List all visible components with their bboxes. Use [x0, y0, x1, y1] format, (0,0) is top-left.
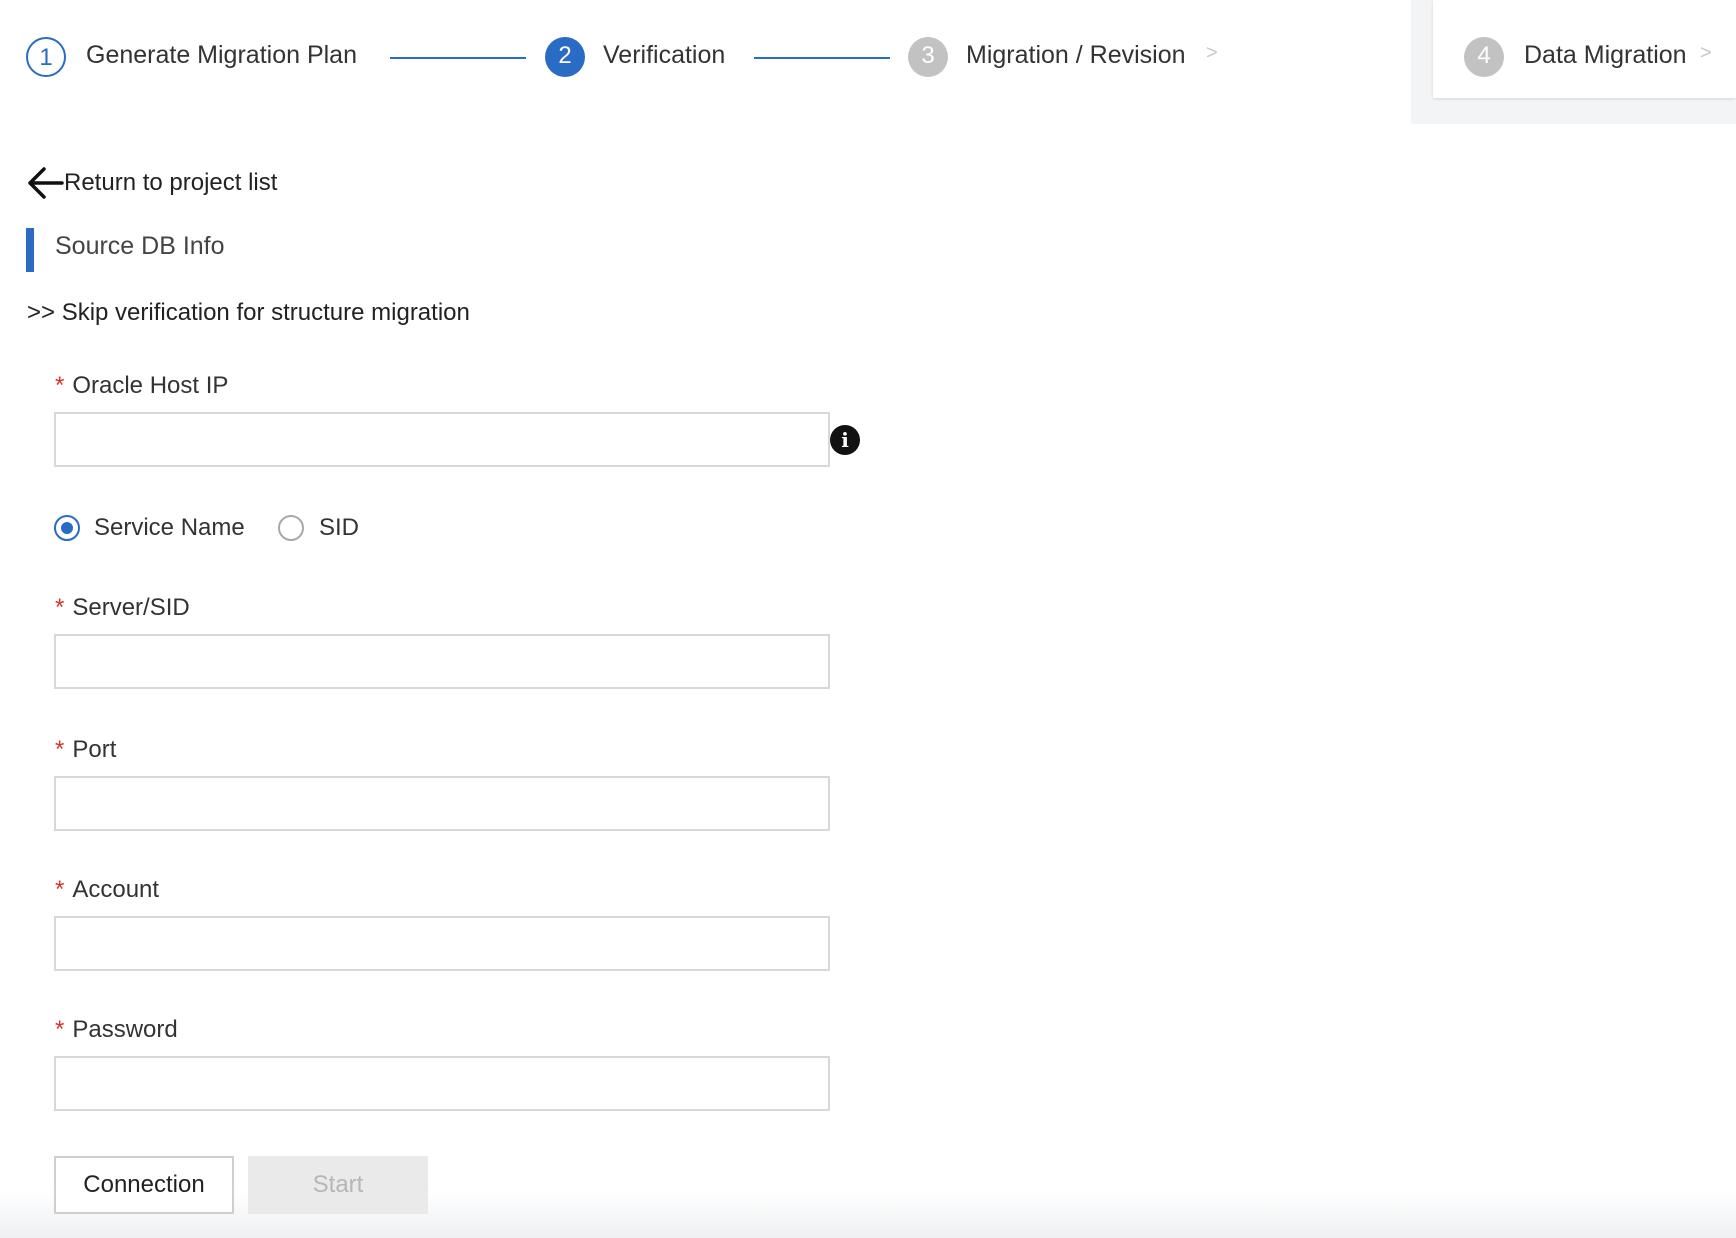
oracle-host-ip-label: * Oracle Host IP	[55, 372, 229, 399]
step-4-caret-icon: >	[1700, 42, 1712, 64]
section-accent-bar	[26, 228, 34, 272]
step-4-circle: 4	[1464, 37, 1504, 77]
step-1-circle: 1	[26, 37, 66, 77]
step-4-label: Data Migration	[1524, 41, 1687, 69]
skip-verification-link[interactable]: >> Skip verification for structure migra…	[27, 299, 470, 327]
step-connector-2-3	[754, 57, 890, 59]
connection-button[interactable]: Connection	[54, 1156, 234, 1214]
start-button[interactable]: Start	[248, 1156, 428, 1214]
service-name-radio-label[interactable]: Service Name	[94, 514, 245, 542]
step-2-label: Verification	[603, 41, 726, 69]
step-1-label: Generate Migration Plan	[86, 41, 357, 69]
port-label: * Port	[55, 736, 117, 763]
section-title: Source DB Info	[55, 232, 225, 260]
service-name-radio[interactable]	[54, 515, 80, 541]
required-marker: *	[55, 594, 65, 621]
step-3-caret-icon: >	[1206, 42, 1218, 64]
account-label: * Account	[55, 876, 160, 903]
step-3-label: Migration / Revision	[966, 41, 1186, 69]
step-connector-1-2	[390, 57, 526, 59]
required-marker: *	[55, 1016, 65, 1043]
password-input[interactable]	[54, 1056, 830, 1111]
required-marker: *	[55, 372, 65, 399]
sid-radio[interactable]	[278, 515, 304, 541]
server-sid-label: * Server/SID	[55, 594, 190, 621]
server-sid-input[interactable]	[54, 634, 830, 689]
step-2-circle: 2	[545, 37, 585, 77]
return-to-project-list-label: Return to project list	[64, 169, 278, 196]
oracle-host-ip-input[interactable]	[54, 412, 830, 467]
account-input[interactable]	[54, 916, 830, 971]
port-input[interactable]	[54, 776, 830, 831]
arrow-left-icon	[26, 166, 64, 200]
info-icon[interactable]: i	[830, 425, 860, 455]
required-marker: *	[55, 736, 65, 763]
required-marker: *	[55, 876, 65, 903]
return-to-project-list-link[interactable]: Return to project list	[26, 166, 277, 200]
step-3-circle: 3	[908, 37, 948, 77]
sid-radio-label[interactable]: SID	[319, 514, 359, 542]
password-label: * Password	[55, 1016, 178, 1043]
